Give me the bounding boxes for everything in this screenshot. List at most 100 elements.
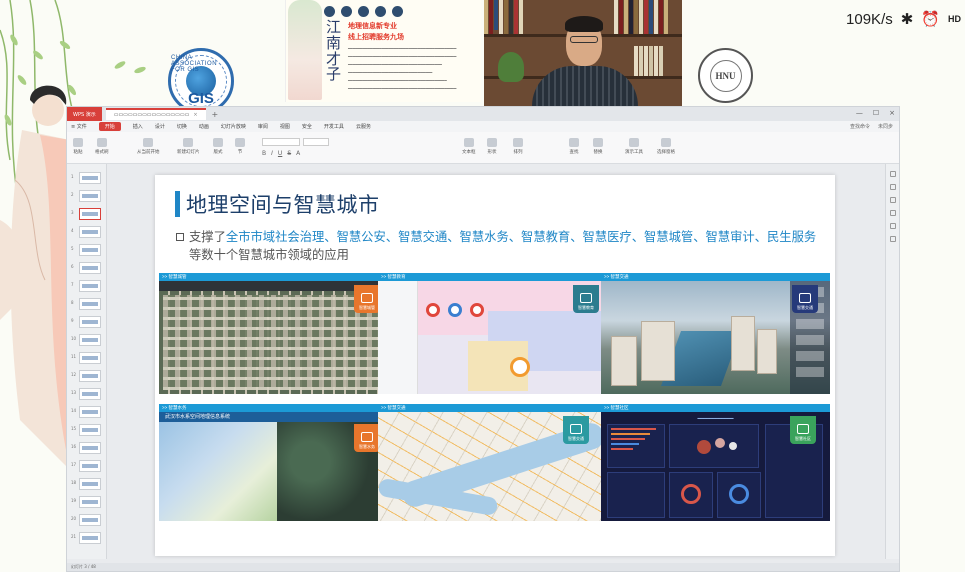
panel-tag: 智慧城管 [354,285,380,313]
underline-icon[interactable]: U [278,150,282,157]
slide-thumbnail[interactable] [79,496,101,508]
window-controls: — ☐ × [856,109,895,117]
slide-thumbnail[interactable] [79,262,101,274]
text-box-button[interactable]: 文本框 [462,138,476,155]
layout-button[interactable]: 版式 [213,138,223,155]
menu-item-transition[interactable]: 切换 [177,123,187,130]
new-tab-icon[interactable]: + [212,110,219,119]
panel-header: >> 智慧社区 [601,404,830,412]
design-icon[interactable] [889,197,896,203]
menu-item-slideshow[interactable]: 幻灯片放映 [221,123,246,130]
donut-chart-icon [448,303,462,317]
slide-thumbnail[interactable] [79,334,101,346]
arrange-button[interactable]: 排列 [513,138,523,155]
slide-thumbnail[interactable] [79,316,101,328]
bold-icon[interactable]: B [262,150,266,157]
menu-item-security[interactable]: 安全 [302,123,312,130]
new-slide-button[interactable]: 新建幻灯片 [177,138,200,155]
slide-thumbnail[interactable] [79,190,101,202]
donut-chart-icon [426,303,440,317]
menu-item-view[interactable]: 视图 [280,123,290,130]
layout-icon [213,138,223,147]
slide-thumbnail[interactable] [79,478,101,490]
menu-item-animation[interactable]: 动画 [199,123,209,130]
document-tab[interactable]: ▭▭▭▭▭▭▭▭▭▭▭▭▭▭▭▭ × [105,108,206,120]
menu-item-home[interactable]: 开始 [98,122,121,131]
slide-thumbnail-panel[interactable]: 1 2 3 4 5 6 7 8 9 10 11 12 13 14 15 16 1… [67,164,107,559]
shape-icon [487,138,497,147]
donut-chart-icon [470,303,484,317]
play-from-current-button[interactable]: 从当前开始 [137,138,160,155]
paste-button[interactable]: 粘贴 [73,138,83,155]
animation-pane-icon[interactable] [889,210,896,216]
strikethrough-icon[interactable]: S [287,150,291,157]
menu-item-insert[interactable]: 插入 [133,123,143,130]
slide-thumbnail[interactable] [79,244,101,256]
slide-canvas[interactable]: 地理空间与智慧城市 支撑了全市市域社会治理、智慧公安、智慧交通、智慧水务、智慧教… [155,175,835,556]
graduation-cap-icon [580,293,592,303]
settings-icon[interactable] [889,223,896,229]
slide-thumbnail[interactable] [79,424,101,436]
university-seal-logo: HNU [698,48,753,103]
section-icon [235,138,245,147]
event-poster: 江南才子 地理信息新专业 线上招聘服务九场 ━━━━━━━━━━━━━━━━━━… [285,0,481,102]
format-painter-button[interactable]: 格式刷 [95,138,109,155]
panel-tag: 智慧教育 [573,285,599,313]
slide-thumbnail[interactable] [79,226,101,238]
bullet-square-icon [176,233,184,241]
tree-icon [799,293,811,303]
find-button[interactable]: 查找 [569,138,579,155]
wps-app-tab[interactable]: WPS 演示 [67,107,102,121]
panel-tag: 智慧社区 [790,416,816,444]
help-icon[interactable] [889,236,896,242]
right-side-toolbar [885,164,899,559]
share-icon[interactable] [889,184,896,190]
close-tab-icon[interactable]: × [193,112,197,118]
poster-fine-print: ━━━━━━━━━━━━━━━━━━━━━━━━━━━━━━━━━━━━━━━━… [348,46,457,51]
ribbon-toolbar: 粘贴 格式刷 从当前开始 新建幻灯片 版式 节 B I U S A 文本框 形状… [67,132,899,164]
slide-thumbnail[interactable] [79,280,101,292]
sync-status[interactable]: 未同步 [878,123,893,130]
replace-button[interactable]: 替换 [593,138,603,155]
menu-item-review[interactable]: 审阅 [258,123,268,130]
slide-thumbnail[interactable] [79,352,101,364]
menu-item-devtools[interactable]: 开发工具 [324,123,344,130]
italic-icon[interactable]: I [271,150,273,157]
menu-file[interactable]: ≡ 文件 [71,123,87,130]
bluetooth-icon: ✱ [900,11,914,28]
panel-tag: 智慧水务 [354,424,380,452]
slide-thumbnail[interactable] [79,406,101,418]
panel-header: >> 智慧城管 [159,273,388,281]
slide-thumbnail[interactable] [79,442,101,454]
panel-header: >> 智慧水务 [159,404,388,412]
window-status-bar: 幻灯片 3 / 48 [67,563,899,571]
font-color-icon[interactable]: A [296,150,300,157]
shape-button[interactable]: 形状 [487,138,497,155]
font-family-select[interactable] [262,138,300,146]
selection-pane-button[interactable]: 选择窗格 [657,138,675,155]
slide-thumbnail[interactable] [79,460,101,472]
font-size-select[interactable] [303,138,329,146]
slide-thumbnail-selected[interactable] [79,208,101,220]
panel-smart-water: >> 智慧水务 武汉市水系空间地理信息系统 智慧水务 [159,404,388,521]
section-button[interactable]: 节 [235,138,245,155]
slide-thumbnail[interactable] [79,370,101,382]
menu-item-design[interactable]: 设计 [155,123,165,130]
slide-thumbnail[interactable] [79,388,101,400]
properties-icon[interactable] [889,171,896,177]
slide-thumbnail[interactable] [79,532,101,544]
slide-thumbnail[interactable] [79,514,101,526]
presentation-tools-button[interactable]: 演示工具 [625,138,643,155]
poster-headline-2: 线上招聘服务九场 [348,33,404,41]
close-window-icon[interactable]: × [889,109,895,117]
network-speed: 109K/s [846,10,893,28]
presenter-shirt [532,66,638,108]
system-status-bar: 109K/s ✱ ⏰ HD [846,10,961,29]
minimize-icon[interactable]: — [856,109,863,117]
command-search[interactable]: 查找命令 [850,123,870,130]
slide-thumbnail[interactable] [79,298,101,310]
slide-thumbnail[interactable] [79,172,101,184]
maximize-icon[interactable]: ☐ [873,109,879,117]
menu-item-cloud[interactable]: 云服务 [356,123,371,130]
panel-smart-community: >> 智慧社区 ━━━━━━━━━━━━ 智慧社区 [601,404,830,521]
